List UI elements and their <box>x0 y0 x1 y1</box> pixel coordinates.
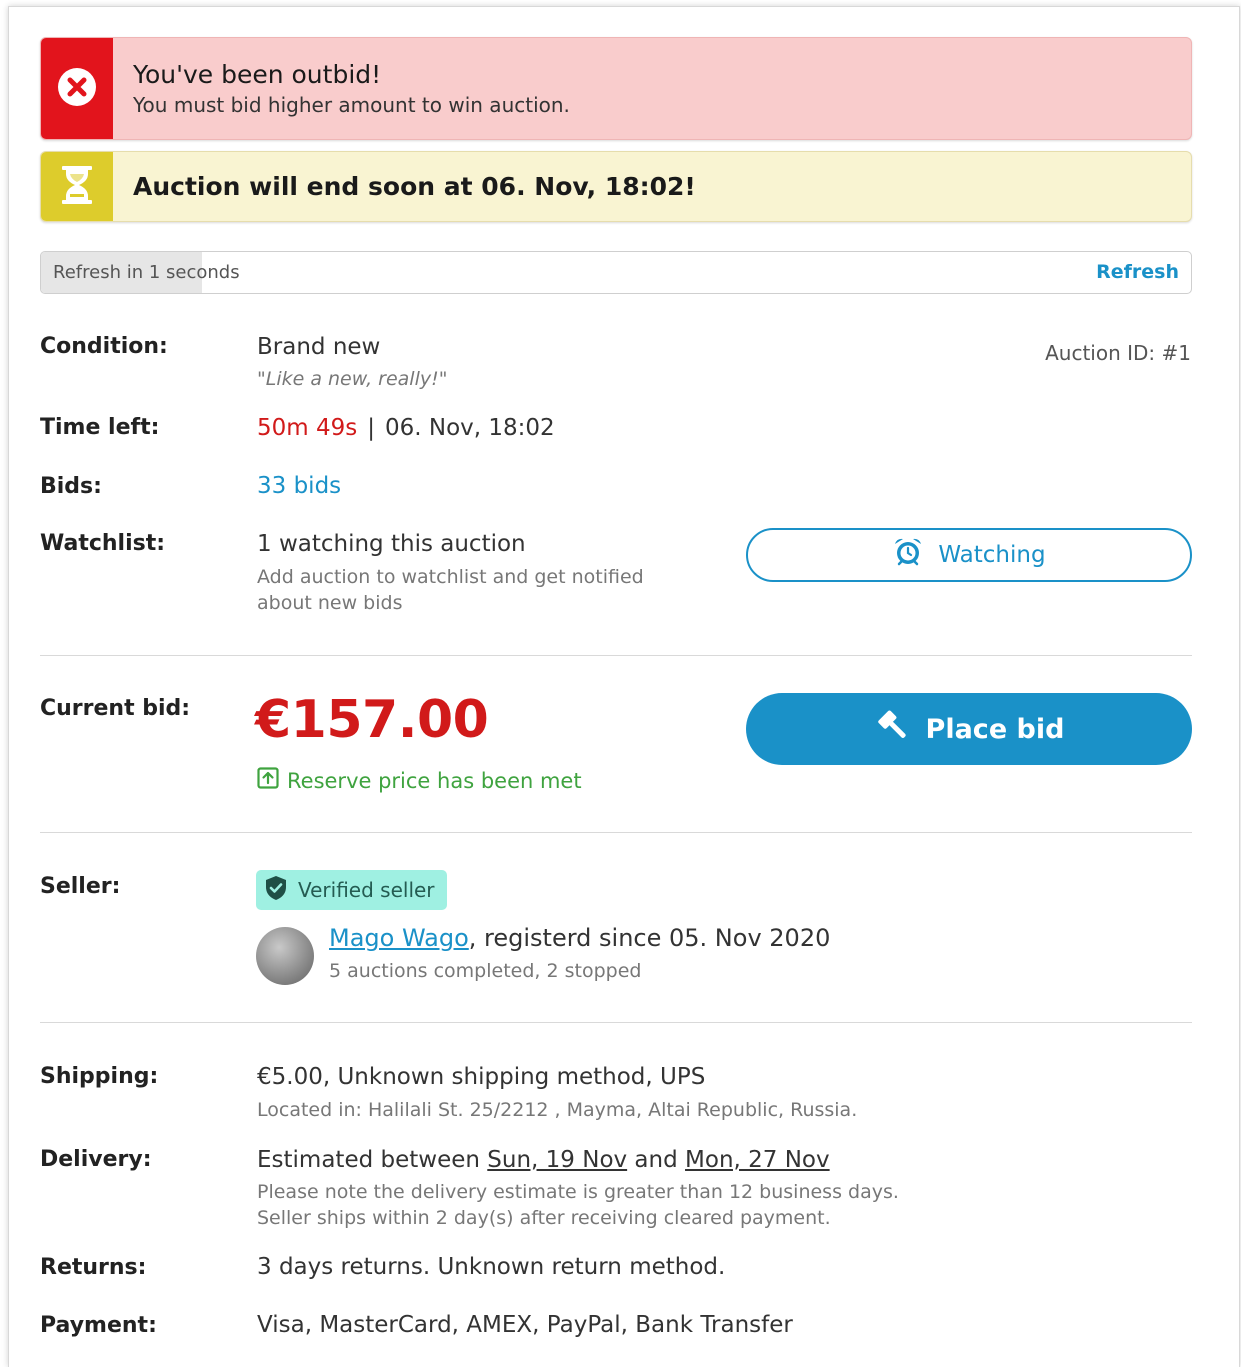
watchlist-hint-line2: about new bids <box>257 592 403 614</box>
delivery-middle: and <box>627 1147 686 1173</box>
delivery-note-line2: Seller ships within 2 day(s) after recei… <box>257 1207 831 1229</box>
gavel-icon <box>874 707 912 752</box>
seller-label: Seller: <box>40 874 121 899</box>
verified-seller-text: Verified seller <box>298 878 435 902</box>
bids-count-link[interactable]: 33 bids <box>257 473 341 499</box>
shipping-location: Located in: Halilali St. 25/2212 , Mayma… <box>257 1099 858 1121</box>
delivery-note-line1: Please note the delivery estimate is gre… <box>257 1181 899 1203</box>
end-time: 06. Nov, 18:02 <box>384 415 555 441</box>
seller-name-link[interactable]: Mago Wago <box>329 924 469 952</box>
place-bid-label: Place bid <box>925 713 1065 745</box>
watchlist-hint-line1: Add auction to watchlist and get notifie… <box>257 566 644 588</box>
time-left-value: 50m 49s | 06. Nov, 18:02 <box>257 415 555 441</box>
delivery-date-from[interactable]: Sun, 19 Nov <box>487 1147 627 1173</box>
watchlist-count: 1 watching this auction <box>257 531 526 557</box>
current-bid-label: Current bid: <box>40 696 191 721</box>
time-remaining: 50m 49s <box>257 415 358 441</box>
hourglass-icon <box>60 165 94 209</box>
shipping-value: €5.00, Unknown shipping method, UPS <box>257 1064 706 1090</box>
bids-label: Bids: <box>40 474 102 499</box>
reserve-met-status: Reserve price has been met <box>257 767 582 794</box>
seller-since: , registerd since 05. Nov 2020 <box>468 924 831 952</box>
alarm-clock-icon <box>892 536 924 574</box>
reserve-met-text: Reserve price has been met <box>287 768 582 793</box>
place-bid-button[interactable]: Place bid <box>746 693 1192 765</box>
condition-value: Brand new <box>257 334 381 360</box>
outbid-message: You must bid higher amount to win auctio… <box>133 92 570 117</box>
outbid-title: You've been outbid! <box>133 59 382 89</box>
refresh-countdown: Refresh in 1 seconds <box>53 262 240 283</box>
shipping-label: Shipping: <box>40 1064 159 1089</box>
auction-id: Auction ID: #1 <box>1045 341 1191 365</box>
payment-label: Payment: <box>40 1313 157 1338</box>
time-separator: | <box>367 415 375 441</box>
outbid-alert: You've been outbid! You must bid higher … <box>40 37 1192 140</box>
delivery-label: Delivery: <box>40 1147 152 1172</box>
close-circle-icon <box>57 67 97 111</box>
condition-note: "Like a new, really!" <box>257 368 448 390</box>
refresh-progress-bar: Refresh in 1 seconds Refresh <box>40 251 1192 294</box>
watching-button[interactable]: Watching <box>746 528 1192 582</box>
seller-info: Mago Wago, registerd since 05. Nov 2020 <box>329 924 830 952</box>
returns-label: Returns: <box>40 1255 147 1280</box>
watching-button-label: Watching <box>938 542 1046 568</box>
condition-label: Condition: <box>40 334 168 359</box>
shield-check-icon <box>264 875 288 906</box>
time-left-label: Time left: <box>40 415 160 440</box>
divider <box>40 1022 1192 1023</box>
current-bid-price: €157.00 <box>255 690 489 750</box>
verified-seller-badge: Verified seller <box>256 870 447 910</box>
divider <box>40 655 1192 656</box>
arrow-up-square-icon <box>257 767 279 794</box>
refresh-button[interactable]: Refresh <box>1096 252 1179 293</box>
ending-alert: Auction will end soon at 06. Nov, 18:02! <box>40 151 1192 222</box>
avatar[interactable] <box>256 927 314 985</box>
watchlist-label: Watchlist: <box>40 531 166 556</box>
returns-value: 3 days returns. Unknown return method. <box>257 1254 726 1280</box>
delivery-prefix: Estimated between <box>257 1147 488 1173</box>
seller-stats: 5 auctions completed, 2 stopped <box>329 960 642 982</box>
delivery-estimate: Estimated between Sun, 19 Nov and Mon, 2… <box>257 1147 830 1173</box>
ending-title: Auction will end soon at 06. Nov, 18:02! <box>133 172 696 201</box>
divider <box>40 832 1192 833</box>
payment-value: Visa, MasterCard, AMEX, PayPal, Bank Tra… <box>257 1312 793 1338</box>
delivery-date-to[interactable]: Mon, 27 Nov <box>685 1147 830 1173</box>
